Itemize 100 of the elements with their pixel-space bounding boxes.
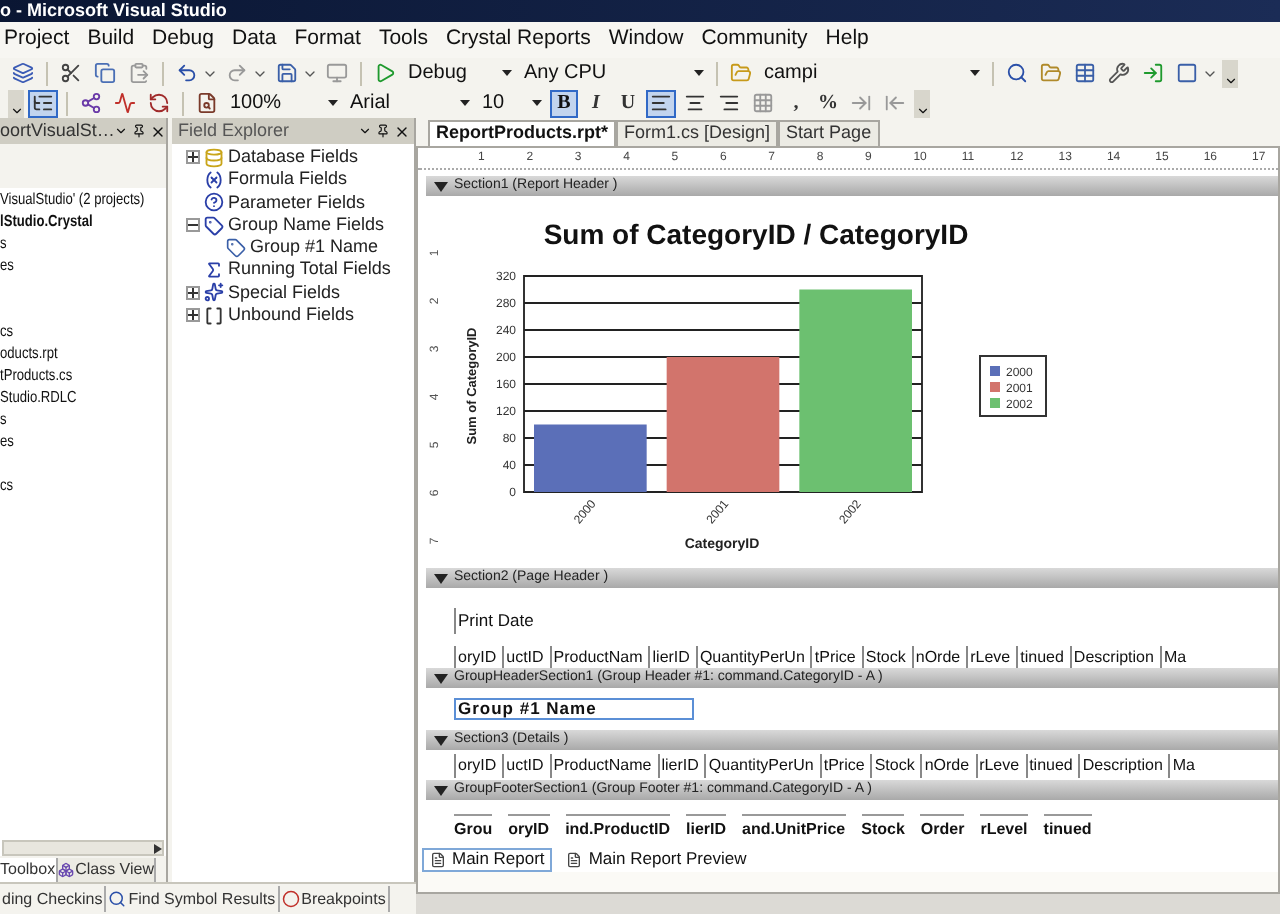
report-field[interactable]: rLeve	[975, 753, 1020, 777]
report-tab[interactable]: Main Report Preview	[560, 847, 753, 871]
tree-item[interactable]: Database Fields	[228, 143, 359, 171]
overflow-icon[interactable]	[8, 89, 24, 117]
collapse-icon[interactable]	[434, 573, 448, 583]
format-button[interactable]: ,	[782, 89, 810, 117]
panel-tab[interactable]: Class View	[57, 857, 156, 881]
menu-item[interactable]: Data	[232, 24, 277, 56]
bottom-tab[interactable]: Find Symbol Results	[106, 886, 280, 912]
tree-item[interactable]: Running Total Fields	[228, 256, 391, 284]
refresh-icon[interactable]	[144, 89, 174, 117]
tree-item[interactable]: Group #1 Name	[250, 234, 379, 262]
overflow-icon[interactable]	[1222, 59, 1238, 87]
menu-item[interactable]: Format	[294, 24, 361, 56]
report-field[interactable]: Description	[1078, 753, 1163, 777]
solution-item[interactable]: Studio.RDLC	[0, 385, 77, 409]
report-field[interactable]: Stock	[861, 814, 905, 842]
bottom-tab[interactable]: ding Checkins	[0, 886, 107, 912]
table-icon[interactable]	[1070, 59, 1100, 87]
format-button[interactable]: B	[550, 89, 578, 117]
panel-tab[interactable]: Toolbox	[0, 857, 58, 881]
collapse-icon[interactable]	[434, 785, 448, 795]
share-icon[interactable]	[76, 89, 106, 117]
align-left-icon[interactable]	[646, 89, 676, 117]
solution-item[interactable]: s	[0, 231, 7, 255]
report-field[interactable]: Print Date	[454, 608, 534, 634]
solution-item[interactable]: cs	[0, 319, 14, 343]
window-icon[interactable]	[1172, 59, 1202, 87]
report-tab[interactable]: Main Report	[422, 847, 553, 871]
collapse-icon[interactable]	[434, 181, 448, 191]
bottom-tab[interactable]: Breakpoints	[279, 886, 390, 912]
tree-item[interactable]: Group Name Fields	[228, 211, 385, 239]
report-field[interactable]: oryID	[508, 814, 550, 842]
menu-item[interactable]: Debug	[152, 24, 214, 56]
close-icon[interactable]	[150, 123, 167, 139]
solution-item[interactable]: VisualStudio' (2 projects)	[0, 188, 145, 211]
collapse-icon[interactable]	[434, 735, 448, 745]
collapse-icon[interactable]	[434, 673, 448, 683]
tree-item[interactable]: Special Fields	[228, 279, 341, 307]
tree-item[interactable]: Formula Fields	[228, 166, 348, 194]
scroll-right-icon[interactable]	[154, 843, 162, 853]
report-field[interactable]: Stock	[870, 753, 915, 777]
report-field[interactable]: lierID	[686, 814, 727, 842]
format-button[interactable]: I	[582, 89, 610, 117]
menu-item[interactable]: Window	[608, 24, 684, 56]
report-field[interactable]: Order	[920, 814, 965, 842]
report-field[interactable]: lierID	[657, 753, 699, 777]
tree-item[interactable]: Unbound Fields	[228, 301, 355, 329]
tree-item[interactable]: Parameter Fields	[228, 189, 366, 216]
report-field[interactable]: nOrde	[920, 753, 970, 777]
menu-item[interactable]: Build	[87, 24, 135, 56]
dropdown[interactable]: 100%	[226, 90, 342, 116]
document-tab[interactable]: ReportProducts.rpt*	[428, 120, 617, 146]
folder-icon[interactable]	[1036, 59, 1066, 87]
solution-item[interactable]: cs	[0, 473, 14, 497]
caret-icon[interactable]	[114, 124, 129, 138]
report-field[interactable]: and.UnitPrice	[742, 814, 846, 842]
save-icon[interactable]	[272, 59, 302, 87]
solution-item[interactable]: es	[0, 429, 14, 453]
menu-item[interactable]: Crystal Reports	[445, 24, 591, 56]
copy-icon[interactable]	[90, 59, 120, 87]
report-field[interactable]: oryID	[454, 753, 497, 777]
report-field[interactable]: tinued	[1043, 814, 1092, 842]
pin-icon[interactable]	[132, 124, 147, 138]
solution-item[interactable]: s	[0, 407, 7, 431]
search-icon[interactable]	[1002, 59, 1032, 87]
report-field[interactable]: QuantityPerUn	[704, 753, 814, 777]
report-field[interactable]: tPrice	[819, 753, 865, 777]
scrollbar[interactable]	[2, 840, 164, 856]
document-tab[interactable]: Form1.cs [Design]	[616, 120, 779, 146]
solution-item[interactable]: tProducts.cs	[0, 363, 73, 387]
solution-item[interactable]: oducts.rpt	[0, 341, 58, 365]
dropdown[interactable]: Arial	[346, 90, 474, 116]
tree-icon[interactable]	[28, 89, 58, 117]
report-field[interactable]: ProductName	[549, 753, 652, 777]
wrench-icon[interactable]	[1104, 59, 1134, 87]
expander-icon[interactable]	[186, 285, 200, 300]
menu-item[interactable]: Tools	[378, 24, 428, 56]
format-button[interactable]: %	[814, 89, 842, 117]
dropdown[interactable]: 10	[478, 90, 546, 116]
chart-line-icon[interactable]	[110, 89, 140, 117]
report-field[interactable]: uctID	[502, 753, 544, 777]
report-field[interactable]: Grou	[454, 814, 493, 842]
expander-icon[interactable]	[186, 218, 200, 233]
dropdown[interactable]: campi	[760, 60, 984, 86]
solution-item[interactable]: es	[0, 253, 14, 277]
pin-icon[interactable]	[376, 124, 390, 138]
report-field[interactable]: Group #1 Name	[454, 698, 694, 720]
overflow-icon[interactable]	[914, 89, 930, 117]
caret-icon[interactable]	[358, 124, 372, 138]
report-field[interactable]: ind.ProductID	[565, 814, 671, 842]
login-icon[interactable]	[1138, 59, 1168, 87]
expander-icon[interactable]	[186, 150, 200, 165]
menu-item[interactable]: Project	[4, 24, 70, 56]
report-field[interactable]: tinued	[1025, 753, 1073, 777]
solution-item[interactable]: lStudio.Crystal	[0, 209, 93, 233]
dropdown[interactable]: Debug	[404, 60, 516, 86]
report-field[interactable]: rLevel	[980, 814, 1028, 842]
menu-item[interactable]: Help	[825, 24, 869, 56]
report-field[interactable]: Ma	[1168, 753, 1196, 777]
